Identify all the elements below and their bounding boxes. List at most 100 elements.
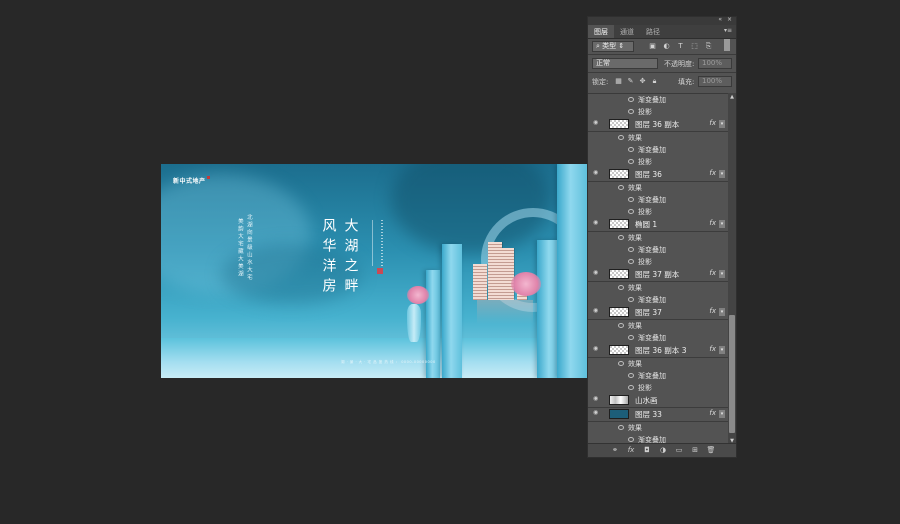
- effect-row[interactable]: 投影: [588, 156, 728, 167]
- layer-name[interactable]: 图层 37 副本: [635, 269, 679, 280]
- new-group-icon[interactable]: ▭: [674, 446, 684, 455]
- layer-name[interactable]: 图层 36 副本 3: [635, 345, 686, 356]
- effect-visibility-icon[interactable]: [628, 385, 634, 390]
- blend-mode-select[interactable]: 正常: [592, 58, 658, 69]
- layer-row[interactable]: ◉ 图层 37 副本 fx ▾: [588, 268, 728, 281]
- effect-visibility-icon[interactable]: [618, 425, 624, 430]
- layer-row[interactable]: ◉ 图层 36 副本 3 fx ▾: [588, 344, 728, 357]
- effects-label[interactable]: 效果: [628, 321, 642, 331]
- effect-visibility-icon[interactable]: [628, 437, 634, 442]
- scroll-up-icon[interactable]: ▲: [729, 94, 735, 100]
- layer-thumbnail[interactable]: [609, 169, 629, 179]
- visibility-eye-icon[interactable]: ◉: [593, 308, 601, 314]
- expand-effects-icon[interactable]: ▾: [719, 120, 725, 128]
- effects-label[interactable]: 效果: [628, 233, 642, 243]
- layer-name[interactable]: 图层 36 副本: [635, 119, 679, 130]
- visibility-eye-icon[interactable]: ◉: [593, 120, 601, 126]
- effects-group-row[interactable]: 效果: [588, 132, 728, 143]
- tab-channels[interactable]: 通道: [614, 25, 640, 38]
- effect-row[interactable]: 渐变叠加: [588, 194, 728, 205]
- panel-titlebar[interactable]: « ×: [588, 16, 736, 25]
- expand-effects-icon[interactable]: ▾: [719, 270, 725, 278]
- effect-visibility-icon[interactable]: [618, 235, 624, 240]
- visibility-eye-icon[interactable]: ◉: [593, 220, 601, 226]
- adjustment-filter-icon[interactable]: ◐: [662, 42, 671, 51]
- effect-row[interactable]: 渐变叠加: [588, 332, 728, 343]
- tab-layers[interactable]: 图层: [588, 25, 614, 38]
- effect-row[interactable]: 投影: [588, 256, 728, 267]
- effect-name[interactable]: 渐变叠加: [638, 195, 666, 205]
- new-adjustment-icon[interactable]: ◑: [658, 446, 668, 455]
- type-filter-icon[interactable]: T: [676, 42, 685, 51]
- effect-name[interactable]: 渐变叠加: [638, 333, 666, 343]
- fill-field[interactable]: 100%: [698, 76, 732, 87]
- pixel-filter-icon[interactable]: ▣: [648, 42, 657, 51]
- filter-toggle[interactable]: [724, 39, 730, 51]
- effect-visibility-icon[interactable]: [628, 97, 634, 102]
- effect-visibility-icon[interactable]: [628, 159, 634, 164]
- panel-menu-icon[interactable]: ▾≡: [724, 27, 732, 34]
- effect-name[interactable]: 投影: [638, 207, 652, 217]
- layer-row[interactable]: ◉ 图层 36 副本 fx ▾: [588, 118, 728, 131]
- effects-group-row[interactable]: 效果: [588, 320, 728, 331]
- link-layers-icon[interactable]: ⚭: [610, 446, 620, 455]
- fx-icon[interactable]: fx: [709, 345, 716, 353]
- layer-name[interactable]: 图层 33: [635, 409, 662, 420]
- lock-position-icon[interactable]: ✥: [638, 77, 647, 86]
- opacity-field[interactable]: 100%: [698, 58, 732, 69]
- effects-label[interactable]: 效果: [628, 359, 642, 369]
- effect-visibility-icon[interactable]: [628, 335, 634, 340]
- layer-thumbnail[interactable]: [609, 307, 629, 317]
- effect-name[interactable]: 渐变叠加: [638, 95, 666, 105]
- effect-row[interactable]: 渐变叠加: [588, 244, 728, 255]
- layer-name[interactable]: 椭圆 1: [635, 219, 657, 230]
- fx-icon[interactable]: fx: [709, 169, 716, 177]
- effect-visibility-icon[interactable]: [628, 247, 634, 252]
- effect-visibility-icon[interactable]: [618, 185, 624, 190]
- expand-effects-icon[interactable]: ▾: [719, 170, 725, 178]
- effect-name[interactable]: 渐变叠加: [638, 245, 666, 255]
- fx-icon[interactable]: fx: [709, 119, 716, 127]
- smart-object-filter-icon[interactable]: ⎘: [704, 42, 713, 51]
- layer-row[interactable]: ◉ 图层 37 fx ▾: [588, 306, 728, 319]
- effects-group-row[interactable]: 效果: [588, 232, 728, 243]
- effect-row[interactable]: 投影: [588, 382, 728, 393]
- expand-effects-icon[interactable]: ▾: [719, 220, 725, 228]
- layer-name[interactable]: 图层 36: [635, 169, 662, 180]
- fx-icon[interactable]: fx: [709, 269, 716, 277]
- effect-visibility-icon[interactable]: [618, 323, 624, 328]
- add-style-icon[interactable]: fx: [626, 446, 636, 455]
- effect-row[interactable]: 投影: [588, 106, 728, 117]
- layer-row[interactable]: ◉ 椭圆 1 fx ▾: [588, 218, 728, 231]
- layer-thumbnail[interactable]: [609, 219, 629, 229]
- expand-effects-icon[interactable]: ▾: [719, 346, 725, 354]
- visibility-eye-icon[interactable]: ◉: [593, 410, 601, 416]
- effects-label[interactable]: 效果: [628, 183, 642, 193]
- layer-thumbnail[interactable]: [609, 119, 629, 129]
- layer-name[interactable]: 图层 37: [635, 307, 662, 318]
- effect-row[interactable]: 投影: [588, 206, 728, 217]
- layer-name[interactable]: 山水画: [635, 395, 658, 406]
- effect-row[interactable]: 渐变叠加: [588, 294, 728, 305]
- effect-visibility-icon[interactable]: [628, 297, 634, 302]
- layer-thumbnail[interactable]: [609, 269, 629, 279]
- fx-icon[interactable]: fx: [709, 219, 716, 227]
- effect-visibility-icon[interactable]: [628, 197, 634, 202]
- layer-row[interactable]: ◉ 图层 36 fx ▾: [588, 168, 728, 181]
- document-canvas[interactable]: 新中式地产 北湖向景级山水大宅 美韵大宅藏大美湖 大湖之畔 风华洋房 湖 · 景…: [161, 164, 587, 378]
- layer-row[interactable]: ◉ 图层 33 fx ▾: [588, 408, 728, 421]
- effects-group-row[interactable]: 效果: [588, 182, 728, 193]
- effect-visibility-icon[interactable]: [628, 147, 634, 152]
- lock-transparency-icon[interactable]: ▦: [614, 77, 623, 86]
- effects-label[interactable]: 效果: [628, 133, 642, 143]
- shape-filter-icon[interactable]: ⬚: [690, 42, 699, 51]
- effect-visibility-icon[interactable]: [618, 285, 624, 290]
- effects-group-row[interactable]: 效果: [588, 422, 728, 433]
- effect-name[interactable]: 渐变叠加: [638, 295, 666, 305]
- layer-thumbnail[interactable]: [609, 409, 629, 419]
- effects-label[interactable]: 效果: [628, 283, 642, 293]
- expand-effects-icon[interactable]: ▾: [719, 308, 725, 316]
- effect-visibility-icon[interactable]: [628, 259, 634, 264]
- visibility-eye-icon[interactable]: ◉: [593, 346, 601, 352]
- scroll-thumb[interactable]: [729, 315, 735, 433]
